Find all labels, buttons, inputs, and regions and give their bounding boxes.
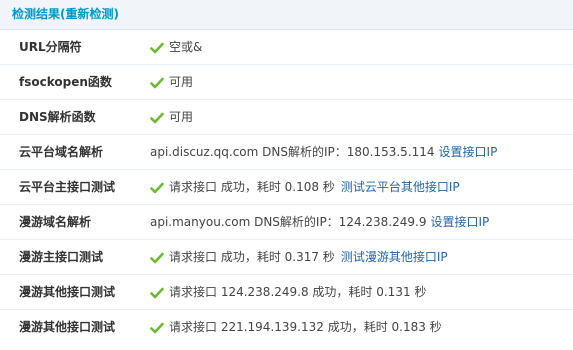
row-value-text: 请求接口 成功，耗时 0.317 秒 [169, 250, 335, 264]
row-label: 云平台主接口测试 [19, 180, 116, 194]
result-row-url-separator: URL分隔符 空或& [0, 30, 573, 65]
row-value: 请求接口 成功，耗时 0.108 秒 测试云平台其他接口IP [150, 180, 460, 195]
panel-title[interactable]: 检测结果(重新检测) [12, 6, 119, 22]
result-row-manyou-main: 漫游主接口测试 请求接口 成功，耗时 0.317 秒 测试漫游其他接口IP [0, 240, 573, 275]
row-value: 空或& [150, 40, 202, 55]
row-value: 可用 [150, 110, 193, 125]
check-icon [150, 287, 164, 298]
row-value-text: 可用 [169, 110, 194, 124]
check-icon [150, 42, 164, 53]
row-label: 漫游域名解析 [19, 215, 92, 229]
row-value: api.discuz.qq.com DNS解析的IP：180.153.5.114… [150, 145, 497, 160]
row-value-text: 可用 [169, 75, 194, 89]
row-label: DNS解析函数 [19, 110, 96, 124]
row-value-text: api.manyou.com DNS解析的IP：124.238.249.9 [150, 215, 427, 229]
set-interface-ip-link[interactable]: 设置接口IP [430, 215, 489, 230]
results-list: URL分隔符 空或& fsockopen函数 可用 DNS解析函数 可用 云平台… [0, 30, 573, 345]
row-value: api.manyou.com DNS解析的IP：124.238.249.9 设置… [150, 215, 489, 230]
check-icon [150, 77, 164, 88]
row-value-text: 请求接口 成功，耗时 0.108 秒 [169, 180, 335, 194]
row-label: URL分隔符 [19, 40, 82, 54]
row-value-text: 空或& [169, 40, 203, 54]
row-label: fsockopen函数 [19, 75, 112, 89]
row-label: 云平台域名解析 [19, 145, 104, 159]
set-interface-ip-link[interactable]: 设置接口IP [439, 145, 498, 160]
result-row-manyou-domain: 漫游域名解析 api.manyou.com DNS解析的IP：124.238.2… [0, 205, 573, 240]
check-icon [150, 112, 164, 123]
row-value: 请求接口 成功，耗时 0.317 秒 测试漫游其他接口IP [150, 250, 448, 265]
test-cloud-other-ip-link[interactable]: 测试云平台其他接口IP [341, 180, 460, 195]
row-label: 漫游其他接口测试 [19, 320, 116, 334]
row-value-text: 请求接口 124.238.249.8 成功，耗时 0.131 秒 [169, 285, 427, 299]
row-value: 请求接口 124.238.249.8 成功，耗时 0.131 秒 [150, 285, 426, 300]
check-icon [150, 322, 164, 333]
row-value-text: api.discuz.qq.com DNS解析的IP：180.153.5.114 [150, 145, 435, 159]
row-label: 漫游主接口测试 [19, 250, 104, 264]
test-manyou-other-ip-link[interactable]: 测试漫游其他接口IP [341, 250, 448, 265]
result-row-fsockopen: fsockopen函数 可用 [0, 65, 573, 100]
result-row-dns-function: DNS解析函数 可用 [0, 100, 573, 135]
panel-header: 检测结果(重新检测) [0, 0, 573, 30]
row-value: 可用 [150, 75, 193, 90]
row-value: 请求接口 221.194.139.132 成功，耗时 0.183 秒 [150, 320, 442, 335]
row-value-text: 请求接口 221.194.139.132 成功，耗时 0.183 秒 [169, 320, 442, 334]
result-row-manyou-other-2: 漫游其他接口测试 请求接口 221.194.139.132 成功，耗时 0.18… [0, 310, 573, 345]
result-row-manyou-other-1: 漫游其他接口测试 请求接口 124.238.249.8 成功，耗时 0.131 … [0, 275, 573, 310]
check-icon [150, 252, 164, 263]
check-icon [150, 182, 164, 193]
row-label: 漫游其他接口测试 [19, 285, 116, 299]
result-row-cloud-domain: 云平台域名解析 api.discuz.qq.com DNS解析的IP：180.1… [0, 135, 573, 170]
dns-check-panel: 检测结果(重新检测) URL分隔符 空或& fsockopen函数 可用 DNS… [0, 0, 573, 350]
result-row-cloud-main: 云平台主接口测试 请求接口 成功，耗时 0.108 秒 测试云平台其他接口IP [0, 170, 573, 205]
